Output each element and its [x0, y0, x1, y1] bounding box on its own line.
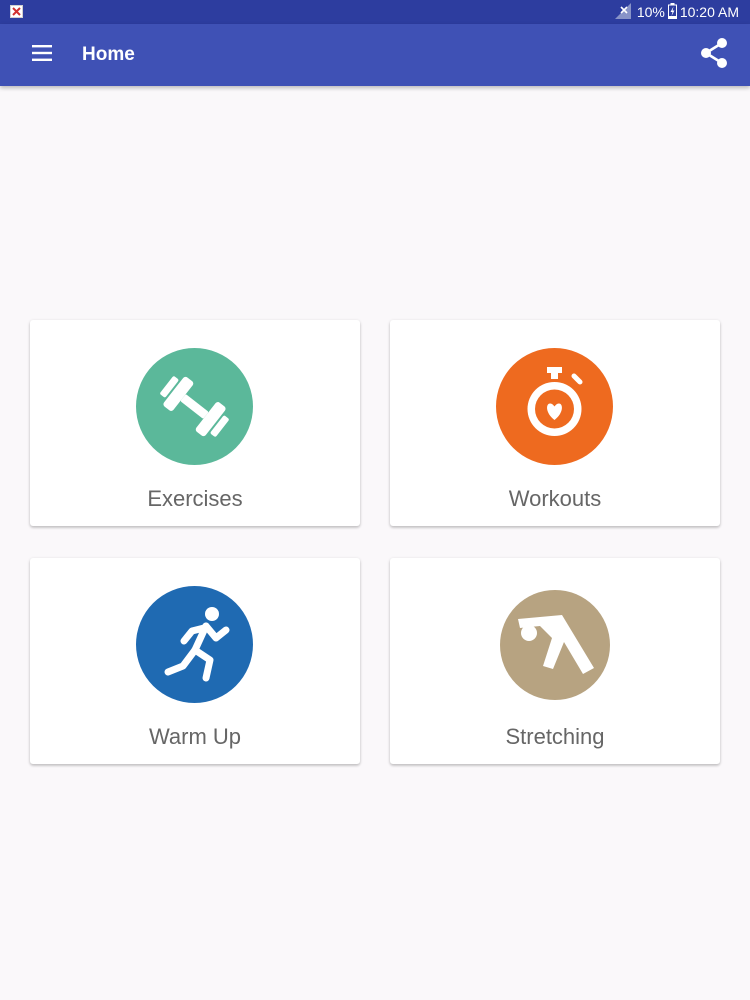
hamburger-menu-icon [32, 44, 52, 66]
stretching-tile[interactable]: Stretching [390, 558, 720, 764]
warm-up-tile-badge [136, 586, 253, 703]
dumbbell-icon [160, 376, 229, 437]
workouts-tile-badge [496, 348, 613, 465]
stretching-person-icon [518, 615, 594, 674]
stretching-tile-label: Stretching [505, 724, 605, 749]
stretching-tile-badge [500, 590, 610, 700]
exercises-tile[interactable]: Exercises [30, 320, 360, 526]
page-title: Home [82, 44, 135, 65]
status-bar: 10% 10:20 AM [0, 0, 750, 24]
status-indicators: 10% 10:20 AM [614, 0, 739, 24]
notification-error-icon [10, 5, 23, 18]
share-icon [698, 37, 730, 74]
stopwatch-heart-icon [527, 367, 583, 436]
exercises-tile-badge [136, 348, 253, 465]
warm-up-tile-label: Warm Up [148, 724, 242, 749]
exercises-tile-label: Exercises [147, 486, 243, 511]
workouts-tile[interactable]: Workouts [390, 320, 720, 526]
battery-percent: 10% [636, 4, 665, 20]
battery-charging-icon [667, 2, 677, 22]
menu-button[interactable] [18, 31, 66, 79]
workouts-tile-label: Workouts [508, 486, 602, 511]
running-person-icon [164, 607, 230, 682]
share-button[interactable] [690, 31, 738, 79]
status-time: 10:20 AM [679, 4, 739, 20]
warm-up-tile[interactable]: Warm Up [30, 558, 360, 764]
app-bar: Home [0, 24, 750, 86]
signal-off-icon [614, 2, 631, 22]
